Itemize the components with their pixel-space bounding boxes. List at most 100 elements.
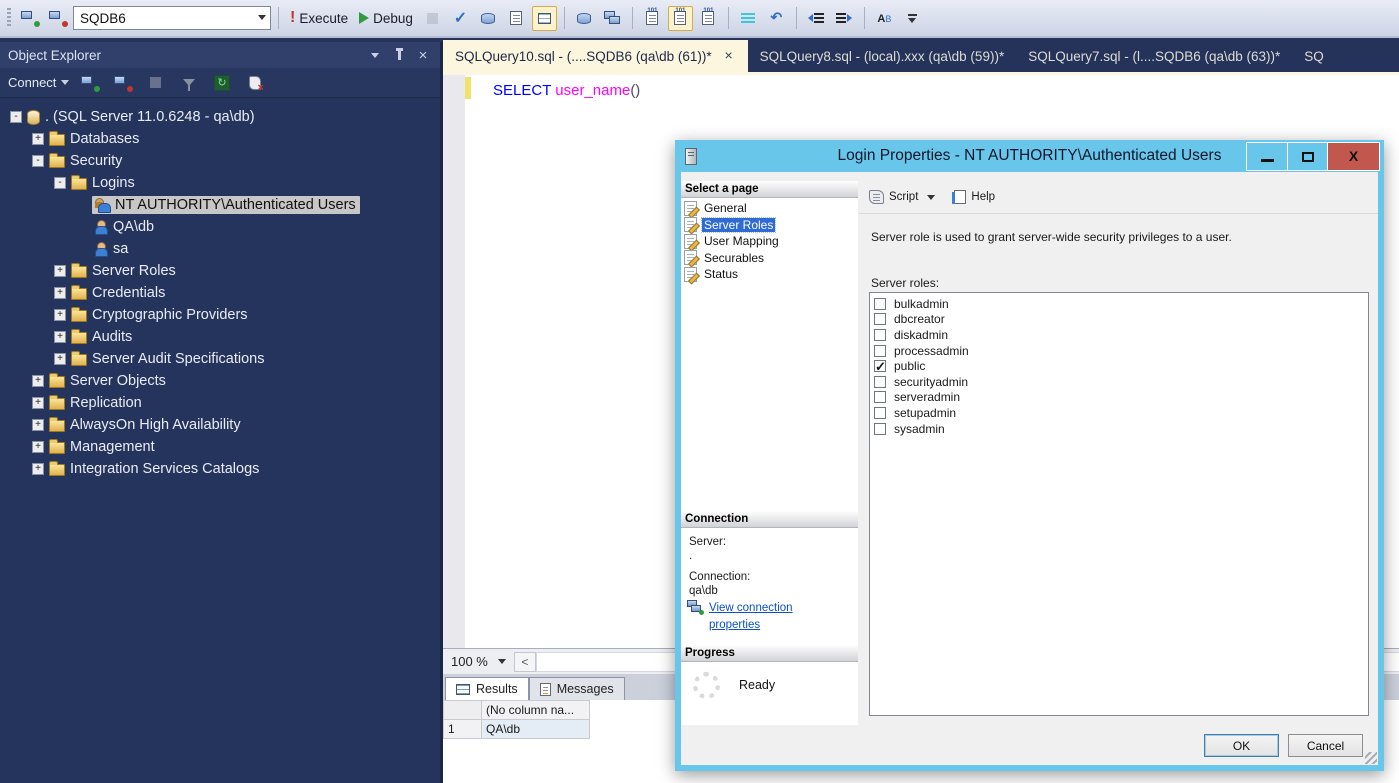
- tab-results[interactable]: Results: [445, 677, 529, 700]
- tree-expander[interactable]: +: [54, 331, 66, 343]
- grid-cell[interactable]: QA\db: [482, 720, 590, 739]
- resize-grip[interactable]: [1365, 752, 1377, 764]
- tree-item-server-objects[interactable]: + Server Objects: [0, 370, 440, 392]
- hscroll-left-button[interactable]: <: [514, 652, 536, 672]
- tree-expander[interactable]: +: [32, 375, 44, 387]
- tree-item-alwayson-high-availability[interactable]: + AlwaysOn High Availability: [0, 414, 440, 436]
- page-item-securables[interactable]: Securables: [681, 250, 858, 267]
- tree-expander[interactable]: +: [54, 265, 66, 277]
- tab-messages[interactable]: Messages: [529, 677, 625, 700]
- window-position-menu-button[interactable]: [366, 46, 384, 64]
- page-item-status[interactable]: Status: [681, 266, 858, 283]
- server-role-serveradmin[interactable]: serveradmin: [874, 390, 1368, 406]
- tree-item-sql-server-11-0-6248-qa-db[interactable]: - . (SQL Server 11.0.6248 - qa\db): [0, 106, 440, 128]
- debug-button[interactable]: Debug: [355, 6, 417, 31]
- maximize-button[interactable]: [1287, 143, 1327, 170]
- tree-expander[interactable]: +: [32, 441, 44, 453]
- close-panel-button[interactable]: [414, 46, 432, 64]
- auto-hide-pin-button[interactable]: [390, 46, 408, 64]
- role-checkbox[interactable]: [874, 376, 886, 388]
- tree-item-audits[interactable]: + Audits: [0, 326, 440, 348]
- tree-item-databases[interactable]: + Databases: [0, 128, 440, 150]
- dialog-titlebar[interactable]: Login Properties - NT AUTHORITY\Authenti…: [675, 140, 1384, 172]
- view-connection-properties-link[interactable]: View connection properties: [709, 600, 819, 635]
- toolbar-overflow-button[interactable]: [900, 6, 925, 31]
- tree-item-replication[interactable]: + Replication: [0, 392, 440, 414]
- connect-database-icon[interactable]: [17, 6, 42, 31]
- editor-code-line[interactable]: SELECT user_name(): [493, 81, 640, 99]
- results-to-grid-button[interactable]: [668, 6, 693, 31]
- connect-menu-button[interactable]: Connect: [8, 75, 69, 90]
- page-item-general[interactable]: General: [681, 200, 858, 217]
- tree-expander[interactable]: +: [32, 397, 44, 409]
- minimize-button[interactable]: [1247, 143, 1287, 170]
- role-checkbox[interactable]: [874, 313, 886, 325]
- tree-expander[interactable]: +: [32, 419, 44, 431]
- tree-item-qa-db[interactable]: QA\db: [0, 216, 440, 238]
- comment-out-button[interactable]: [736, 6, 761, 31]
- help-button[interactable]: Help: [971, 191, 995, 203]
- server-role-dbcreator[interactable]: dbcreator: [874, 312, 1368, 328]
- tree-item-server-roles[interactable]: + Server Roles: [0, 260, 440, 282]
- tree-item-integration-services-catalogs[interactable]: + Integration Services Catalogs: [0, 458, 440, 480]
- tree-item-security[interactable]: - Security: [0, 150, 440, 172]
- decrease-indent-button[interactable]: [804, 6, 829, 31]
- tree-expander[interactable]: -: [10, 111, 22, 123]
- oe-disconnect-server-button[interactable]: [110, 70, 135, 95]
- estimated-plan-button[interactable]: [476, 6, 501, 31]
- close-button[interactable]: [1327, 143, 1379, 170]
- document-tab[interactable]: SQLQuery8.sql - (local).xxx (qa\db (59))…: [748, 40, 1017, 72]
- include-actual-plan-button[interactable]: [572, 6, 597, 31]
- template-parameters-button[interactable]: [872, 6, 897, 31]
- oe-refresh-button[interactable]: [209, 70, 234, 95]
- tree-item-logins[interactable]: - Logins: [0, 172, 440, 194]
- tree-item-management[interactable]: + Management: [0, 436, 440, 458]
- role-checkbox[interactable]: [874, 329, 886, 341]
- uncomment-button[interactable]: [764, 6, 789, 31]
- change-connection-icon[interactable]: [45, 6, 70, 31]
- server-role-bulkadmin[interactable]: bulkadmin: [874, 296, 1368, 312]
- query-options-button[interactable]: [504, 6, 529, 31]
- document-tab[interactable]: SQLQuery7.sql - (l....SQDB6 (qa\db (63))…: [1016, 40, 1292, 72]
- tree-expander[interactable]: +: [32, 133, 44, 145]
- tab-close-icon[interactable]: [722, 49, 736, 63]
- tree-expander[interactable]: -: [32, 155, 44, 167]
- server-role-setupadmin[interactable]: setupadmin: [874, 405, 1368, 421]
- tree-expander[interactable]: +: [32, 463, 44, 475]
- results-to-file-button[interactable]: [696, 6, 721, 31]
- server-role-public[interactable]: public: [874, 358, 1368, 374]
- tree-expander[interactable]: +: [54, 353, 66, 365]
- tree-item-nt-authority-authenticated-users[interactable]: NT AUTHORITY\Authenticated Users: [0, 194, 440, 216]
- server-role-sysadmin[interactable]: sysadmin: [874, 421, 1368, 437]
- results-to-text-button[interactable]: [640, 6, 665, 31]
- role-checkbox[interactable]: [874, 345, 886, 357]
- tree-expander[interactable]: -: [54, 177, 66, 189]
- oe-connect-server-button[interactable]: [77, 70, 102, 95]
- grid-corner-cell[interactable]: [444, 701, 482, 720]
- cancel-button[interactable]: Cancel: [1288, 734, 1363, 757]
- toolbar-grip[interactable]: [7, 8, 11, 28]
- intellisense-button[interactable]: [532, 6, 557, 31]
- role-checkbox[interactable]: [874, 391, 886, 403]
- role-checkbox[interactable]: [874, 360, 886, 372]
- available-databases-combo[interactable]: SQDB6: [73, 6, 271, 30]
- script-dropdown-icon[interactable]: [927, 195, 935, 200]
- role-checkbox[interactable]: [874, 423, 886, 435]
- server-role-securityadmin[interactable]: securityadmin: [874, 374, 1368, 390]
- tree-item-cryptographic-providers[interactable]: + Cryptographic Providers: [0, 304, 440, 326]
- tree-item-server-audit-specifications[interactable]: + Server Audit Specifications: [0, 348, 440, 370]
- oe-disconnect-script-button[interactable]: [242, 70, 267, 95]
- role-checkbox[interactable]: [874, 298, 886, 310]
- tree-item-credentials[interactable]: + Credentials: [0, 282, 440, 304]
- zoom-combo[interactable]: 100 %: [443, 654, 514, 669]
- server-role-diskadmin[interactable]: diskadmin: [874, 327, 1368, 343]
- parse-button[interactable]: [448, 6, 473, 31]
- tree-expander[interactable]: +: [54, 287, 66, 299]
- combo-dropdown-icon[interactable]: [258, 15, 266, 20]
- role-checkbox[interactable]: [874, 407, 886, 419]
- script-button[interactable]: Script: [889, 191, 918, 203]
- zoom-dropdown-icon[interactable]: [498, 659, 506, 664]
- tree-expander[interactable]: +: [54, 309, 66, 321]
- client-statistics-button[interactable]: [600, 6, 625, 31]
- server-roles-listbox[interactable]: bulkadmin dbcreator diskadmin processadm…: [869, 292, 1369, 716]
